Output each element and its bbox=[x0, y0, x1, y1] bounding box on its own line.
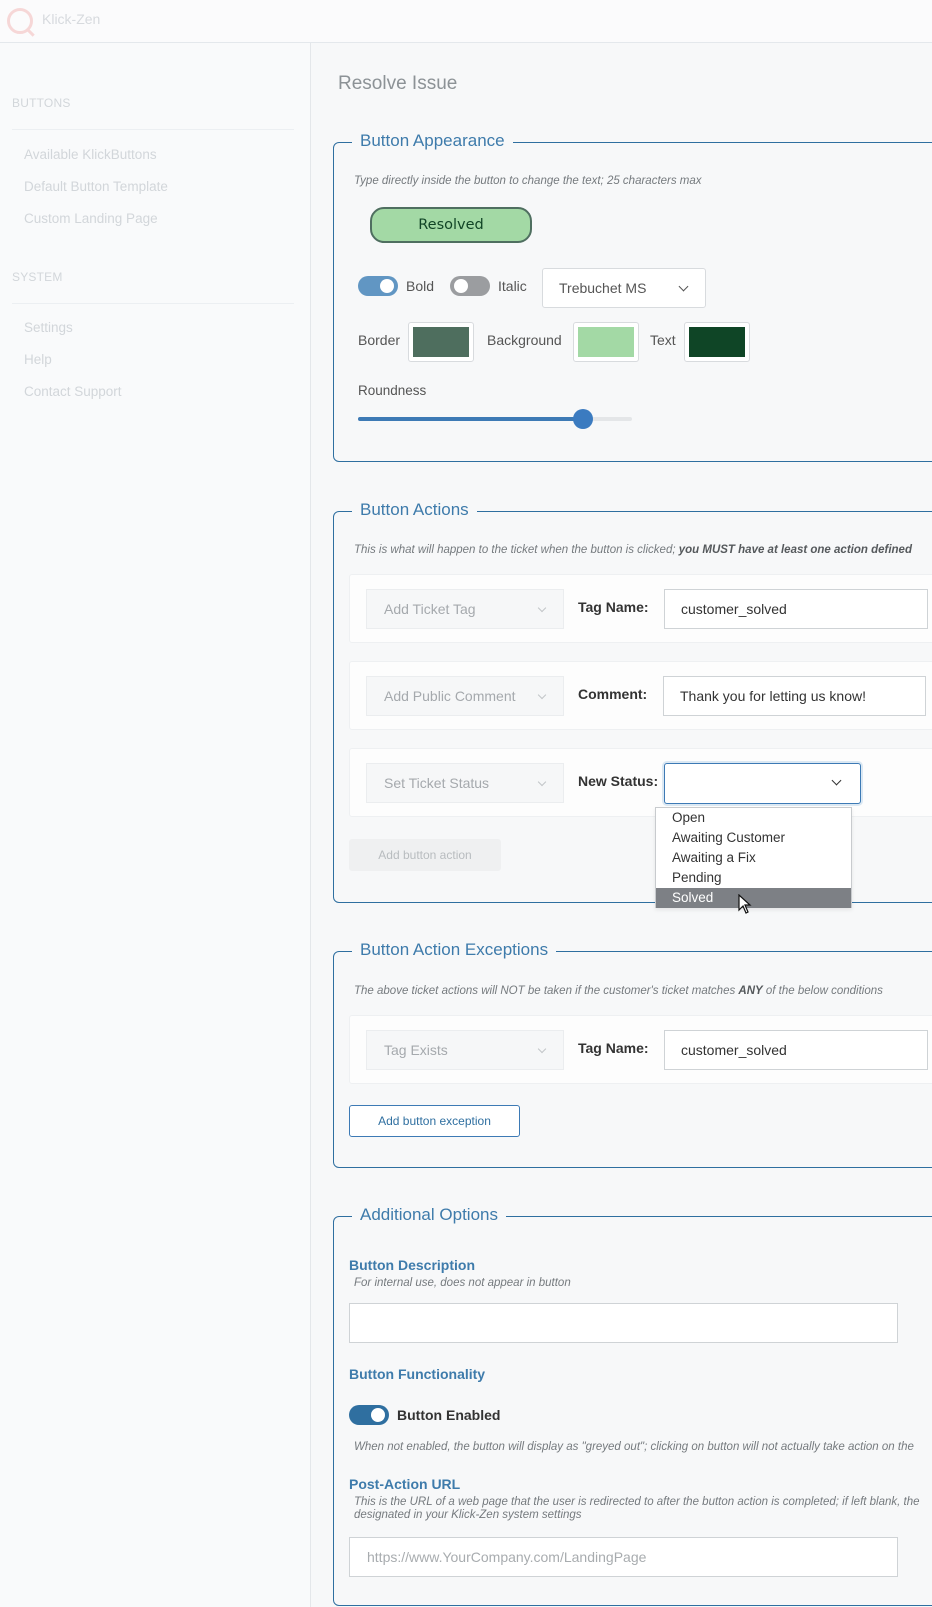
italic-toggle[interactable] bbox=[450, 276, 490, 296]
roundness-slider[interactable] bbox=[358, 409, 632, 429]
roundness-slider-thumb[interactable] bbox=[572, 409, 593, 429]
top-bar: Klick-Zen bbox=[0, 0, 932, 43]
bold-toggle[interactable] bbox=[358, 276, 398, 296]
new-status-dropdown-list: Open Awaiting Customer Awaiting a Fix Pe… bbox=[655, 807, 852, 908]
additional-options-legend: Additional Options bbox=[352, 1205, 506, 1225]
sidebar-item-custom-landing-page[interactable]: Custom Landing Page bbox=[24, 211, 158, 226]
border-color-swatch bbox=[413, 327, 469, 357]
font-family-select[interactable]: Trebuchet MS bbox=[542, 268, 706, 308]
sidebar-section-buttons: BUTTONS bbox=[12, 96, 71, 110]
toggle-knob bbox=[454, 279, 468, 293]
mouse-pointer-icon bbox=[738, 894, 752, 914]
sidebar-divider bbox=[12, 129, 294, 130]
exceptions-hint-text: The above ticket actions will NOT be tak… bbox=[354, 985, 739, 997]
add-button-exception-button[interactable]: Add button exception bbox=[349, 1105, 520, 1137]
exception-row: Tag Exists Tag Name: customer_solved bbox=[349, 1015, 932, 1084]
action-type-select: Add Public Comment bbox=[366, 676, 564, 716]
bold-label: Bold bbox=[406, 278, 435, 294]
button-actions-legend: Button Actions bbox=[352, 500, 477, 520]
chevron-down-icon bbox=[831, 775, 842, 786]
button-description-hint: For internal use, does not appear in but… bbox=[354, 1277, 571, 1289]
action-type-value: Set Ticket Status bbox=[384, 775, 490, 791]
comment-label: Comment: bbox=[578, 686, 648, 702]
actions-hint-emphasis: you MUST have at least one action define… bbox=[678, 544, 912, 556]
post-action-url-title: Post-Action URL bbox=[349, 1476, 461, 1492]
toggle-knob bbox=[371, 1408, 385, 1422]
chevron-down-icon bbox=[537, 1044, 547, 1054]
post-action-url-hint-2: designated in your Klick-Zen system sett… bbox=[354, 1509, 582, 1521]
action-type-select: Add Ticket Tag bbox=[366, 589, 564, 629]
action-type-value: Add Ticket Tag bbox=[384, 601, 476, 617]
tag-name-label: Tag Name: bbox=[578, 599, 649, 615]
chevron-down-icon bbox=[537, 777, 547, 787]
italic-label: Italic bbox=[498, 278, 527, 294]
sidebar-divider bbox=[12, 303, 294, 304]
action-row: Add Public Comment Comment: Thank you fo… bbox=[349, 661, 932, 730]
actions-hint-text: This is what will happen to the ticket w… bbox=[354, 544, 679, 556]
border-color-label: Border bbox=[358, 332, 401, 348]
toggle-knob bbox=[380, 279, 394, 293]
add-button-action-button: Add button action bbox=[349, 839, 501, 871]
sidebar: BUTTONS Available KlickButtons Default B… bbox=[0, 43, 311, 1607]
button-functionality-title: Button Functionality bbox=[349, 1366, 486, 1382]
chevron-down-icon bbox=[537, 690, 547, 700]
text-color-label: Text bbox=[650, 332, 676, 348]
action-type-select: Set Ticket Status bbox=[366, 763, 564, 803]
button-enabled-toggle[interactable] bbox=[349, 1405, 389, 1425]
sidebar-item-default-button-template[interactable]: Default Button Template bbox=[24, 179, 168, 194]
action-type-value: Add Public Comment bbox=[384, 688, 516, 704]
status-option-awaiting-a-fix[interactable]: Awaiting a Fix bbox=[656, 848, 851, 868]
background-color-swatch bbox=[578, 327, 634, 357]
status-option-awaiting-customer[interactable]: Awaiting Customer bbox=[656, 828, 851, 848]
exception-type-select: Tag Exists bbox=[366, 1030, 564, 1070]
exception-tag-name-input[interactable]: customer_solved bbox=[664, 1030, 928, 1070]
post-action-url-input[interactable]: https://www.YourCompany.com/LandingPage bbox=[349, 1537, 898, 1577]
button-action-exceptions-panel: Button Action Exceptions The above ticke… bbox=[333, 940, 932, 1168]
sidebar-section-system: SYSTEM bbox=[12, 270, 63, 284]
exceptions-hint-emphasis: ANY bbox=[738, 985, 763, 997]
new-status-select[interactable] bbox=[664, 763, 861, 804]
sidebar-item-help[interactable]: Help bbox=[24, 352, 52, 367]
border-color-picker[interactable] bbox=[408, 322, 474, 362]
button-action-exceptions-legend: Button Action Exceptions bbox=[352, 940, 557, 960]
comment-input[interactable]: Thank you for letting us know! bbox=[663, 676, 926, 716]
page-title: Resolve Issue bbox=[338, 73, 458, 94]
status-option-solved[interactable]: Solved bbox=[656, 888, 851, 908]
background-color-picker[interactable] bbox=[573, 322, 639, 362]
roundness-slider-fill bbox=[358, 417, 583, 421]
button-enabled-label: Button Enabled bbox=[397, 1407, 501, 1423]
tag-name-label: Tag Name: bbox=[578, 1040, 649, 1056]
klick-zen-logo-icon[interactable] bbox=[7, 8, 33, 34]
button-appearance-panel: Button Appearance Type directly inside t… bbox=[333, 131, 932, 462]
exceptions-hint-text-end: of the below conditions bbox=[762, 985, 883, 997]
actions-hint: This is what will happen to the ticket w… bbox=[354, 544, 912, 556]
button-appearance-legend: Button Appearance bbox=[352, 131, 513, 151]
sidebar-item-settings[interactable]: Settings bbox=[24, 320, 73, 335]
new-status-label: New Status: bbox=[578, 773, 659, 789]
background-color-label: Background bbox=[487, 332, 562, 348]
chevron-down-icon bbox=[537, 603, 547, 613]
sidebar-item-available-klickbuttons[interactable]: Available KlickButtons bbox=[24, 147, 157, 162]
app-name[interactable]: Klick-Zen bbox=[42, 11, 100, 27]
additional-options-panel: Additional Options Button Description Fo… bbox=[333, 1205, 932, 1606]
appearance-hint: Type directly inside the button to chang… bbox=[354, 175, 702, 187]
status-option-open[interactable]: Open bbox=[656, 808, 851, 828]
post-action-url-hint: This is the URL of a web page that the u… bbox=[354, 1496, 920, 1508]
text-color-swatch bbox=[689, 327, 745, 357]
button-preview[interactable]: Resolved bbox=[370, 207, 532, 243]
action-row: Add Ticket Tag Tag Name: customer_solved bbox=[349, 574, 932, 643]
button-description-title: Button Description bbox=[349, 1257, 475, 1273]
tag-name-input[interactable]: customer_solved bbox=[664, 589, 928, 629]
font-family-value: Trebuchet MS bbox=[559, 280, 647, 296]
chevron-down-icon bbox=[678, 281, 689, 292]
button-description-input[interactable] bbox=[349, 1303, 898, 1343]
text-color-picker[interactable] bbox=[684, 322, 750, 362]
status-option-pending[interactable]: Pending bbox=[656, 868, 851, 888]
sidebar-item-contact-support[interactable]: Contact Support bbox=[24, 384, 122, 399]
button-enabled-hint: When not enabled, the button will displa… bbox=[354, 1441, 914, 1453]
roundness-label: Roundness bbox=[358, 383, 427, 398]
exceptions-hint: The above ticket actions will NOT be tak… bbox=[354, 985, 883, 997]
exception-type-value: Tag Exists bbox=[384, 1042, 448, 1058]
